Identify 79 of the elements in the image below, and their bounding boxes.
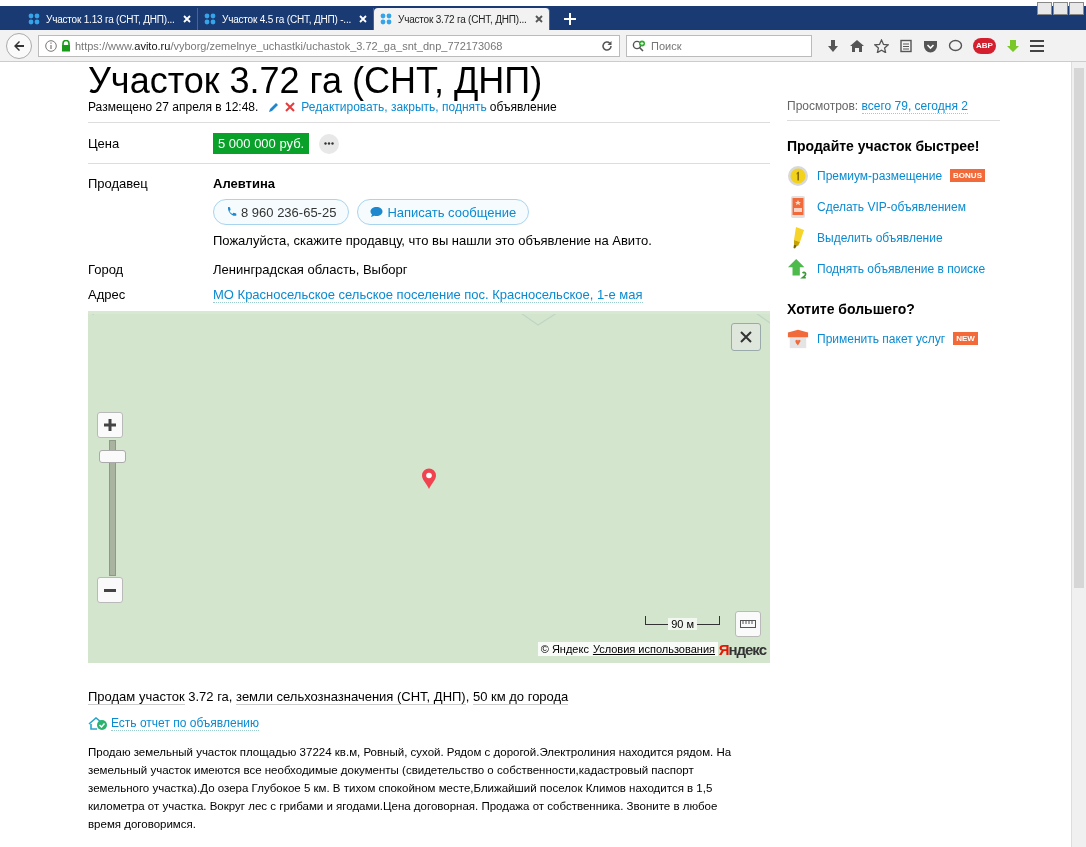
minus-icon <box>104 588 116 592</box>
zoom-out-button[interactable] <box>97 577 123 603</box>
site-logo-icon <box>204 13 217 25</box>
verified-house-icon <box>88 717 108 730</box>
chat-bubble-icon[interactable] <box>948 38 963 53</box>
seller-name: Алевтина <box>213 176 276 191</box>
edit-suffix: объявление <box>489 100 557 114</box>
description-text: Продаю земельный участок площадью 37224 кв.м, Ровный, сухой. Рядом с дорогой.Электролиния находится рядом. На земельный участок имеются все необходимые документы (свидетельство о собственности,кадастровый паспорт земельного участка).До озера Глубокое 5 км. В тихом спокойном месте,Ближайший поселок Климов находится в 1,5 километра от участка. Вокруг лес с грибами и ягодами.Цена договорная. Продажа от собственника. Звоните в любое время договоримся. <box>88 745 733 832</box>
listing-title: Участок 3.72 га (СНТ, ДНП) <box>88 62 544 100</box>
browser-tab[interactable]: Участок 3.72 га (СНТ, ДНП)... <box>374 8 550 30</box>
ellipsis-icon <box>324 142 335 145</box>
scrollbar[interactable] <box>1071 62 1086 847</box>
search-icon <box>632 39 648 52</box>
delete-icon[interactable] <box>285 102 296 112</box>
message-button[interactable]: Написать сообщение <box>357 199 530 225</box>
field-label: Продавец <box>88 176 149 191</box>
back-button[interactable] <box>6 32 32 59</box>
promo-link[interactable]: Сделать VIP-объявлением <box>817 199 966 214</box>
new-tab-icon[interactable] <box>564 13 576 25</box>
terms-link[interactable]: Условия использования <box>592 643 715 655</box>
promo-link[interactable]: Выделить объявление <box>817 230 943 245</box>
city-value: Ленинградская область, Выборг <box>213 262 408 277</box>
vip-card-icon <box>790 194 806 219</box>
promo-link[interactable]: Премиум-размещение <box>817 168 943 183</box>
phone-button[interactable]: 8 960 236-65-25 <box>213 199 350 225</box>
promo-badge: NEW <box>953 332 978 345</box>
category-link[interactable]: Продам участок <box>88 689 185 705</box>
reload-icon[interactable] <box>601 39 613 52</box>
summary-line: Продам участок 3.72 га, земли сельхозназначения (СНТ, ДНП), 50 км до города <box>88 689 570 704</box>
views-link[interactable]: всего 79, сегодня 2 <box>861 99 968 114</box>
category-link[interactable]: земли сельхозназначения (СНТ, ДНП) <box>236 689 466 705</box>
menu-icon[interactable] <box>1029 39 1044 52</box>
speech-bubble-icon <box>370 206 384 218</box>
map-logo: Яндекс <box>718 641 766 658</box>
lock-icon <box>61 39 71 52</box>
adblock-button[interactable]: ABP <box>973 37 996 54</box>
plus-icon <box>104 419 116 431</box>
phone-icon <box>226 206 237 218</box>
zoom-slider[interactable] <box>99 440 126 576</box>
promo-link[interactable]: Поднять объявление в поиске <box>817 261 986 276</box>
edit-link[interactable]: Редактировать, закрыть, поднять <box>301 100 487 114</box>
category-link[interactable]: 50 км до города <box>472 689 569 705</box>
map-copyright: © Яндекс <box>540 643 589 655</box>
address-bar[interactable]: https://www.avito.ru/vyborg/zemelnye_uchastki/uchastok_3.72_ga_snt_dnp_772173068 <box>38 34 620 57</box>
posted-date: Размещено 27 апреля в 12:48. <box>88 100 259 114</box>
map-scale: 90 м <box>645 618 720 630</box>
download-icon[interactable] <box>826 38 840 53</box>
map-pin-icon[interactable] <box>421 468 437 489</box>
ruler-button[interactable] <box>735 611 761 637</box>
promo-heading: Хотите большего? <box>787 301 916 317</box>
zoom-in-button[interactable] <box>97 412 123 438</box>
star-icon[interactable] <box>874 38 889 53</box>
coin-icon <box>787 164 809 187</box>
close-map-button[interactable] <box>731 323 761 351</box>
field-label: Адрес <box>88 287 127 302</box>
more-button[interactable] <box>319 133 340 154</box>
report-link[interactable]: Есть отчет по объявлению <box>111 716 259 731</box>
views-label: Просмотров: <box>787 99 859 113</box>
promo-badge: BONUS <box>950 169 985 182</box>
promo-heading: Продайте участок быстрее! <box>787 138 981 154</box>
reading-list-icon[interactable] <box>899 38 913 53</box>
site-logo-icon <box>380 13 393 25</box>
search-field[interactable]: Поиск <box>626 34 812 57</box>
promo-link[interactable]: Применить пакет услуг <box>817 331 946 346</box>
field-label: Город <box>88 262 125 277</box>
home-icon[interactable] <box>850 38 864 53</box>
site-logo-icon <box>28 13 41 25</box>
close-tab-icon[interactable] <box>535 15 543 23</box>
seller-hint: Пожалуйста, скажите продавцу, что вы нашли это объявление на Авито. <box>213 233 652 248</box>
ruler-icon <box>740 620 756 628</box>
address-link[interactable]: МО Красносельское сельское поселение пос. Красносельское, 1-е мая <box>213 287 643 303</box>
pocket-icon[interactable] <box>923 38 938 53</box>
field-label: Цена <box>88 136 121 151</box>
pencil-icon[interactable] <box>268 101 280 113</box>
back-arrow-icon <box>13 39 25 52</box>
gift-box-icon <box>787 327 809 350</box>
info-icon[interactable] <box>45 39 57 52</box>
price-tag: 5 000 000 руб. <box>213 133 310 154</box>
up-arrow-icon <box>787 256 809 281</box>
